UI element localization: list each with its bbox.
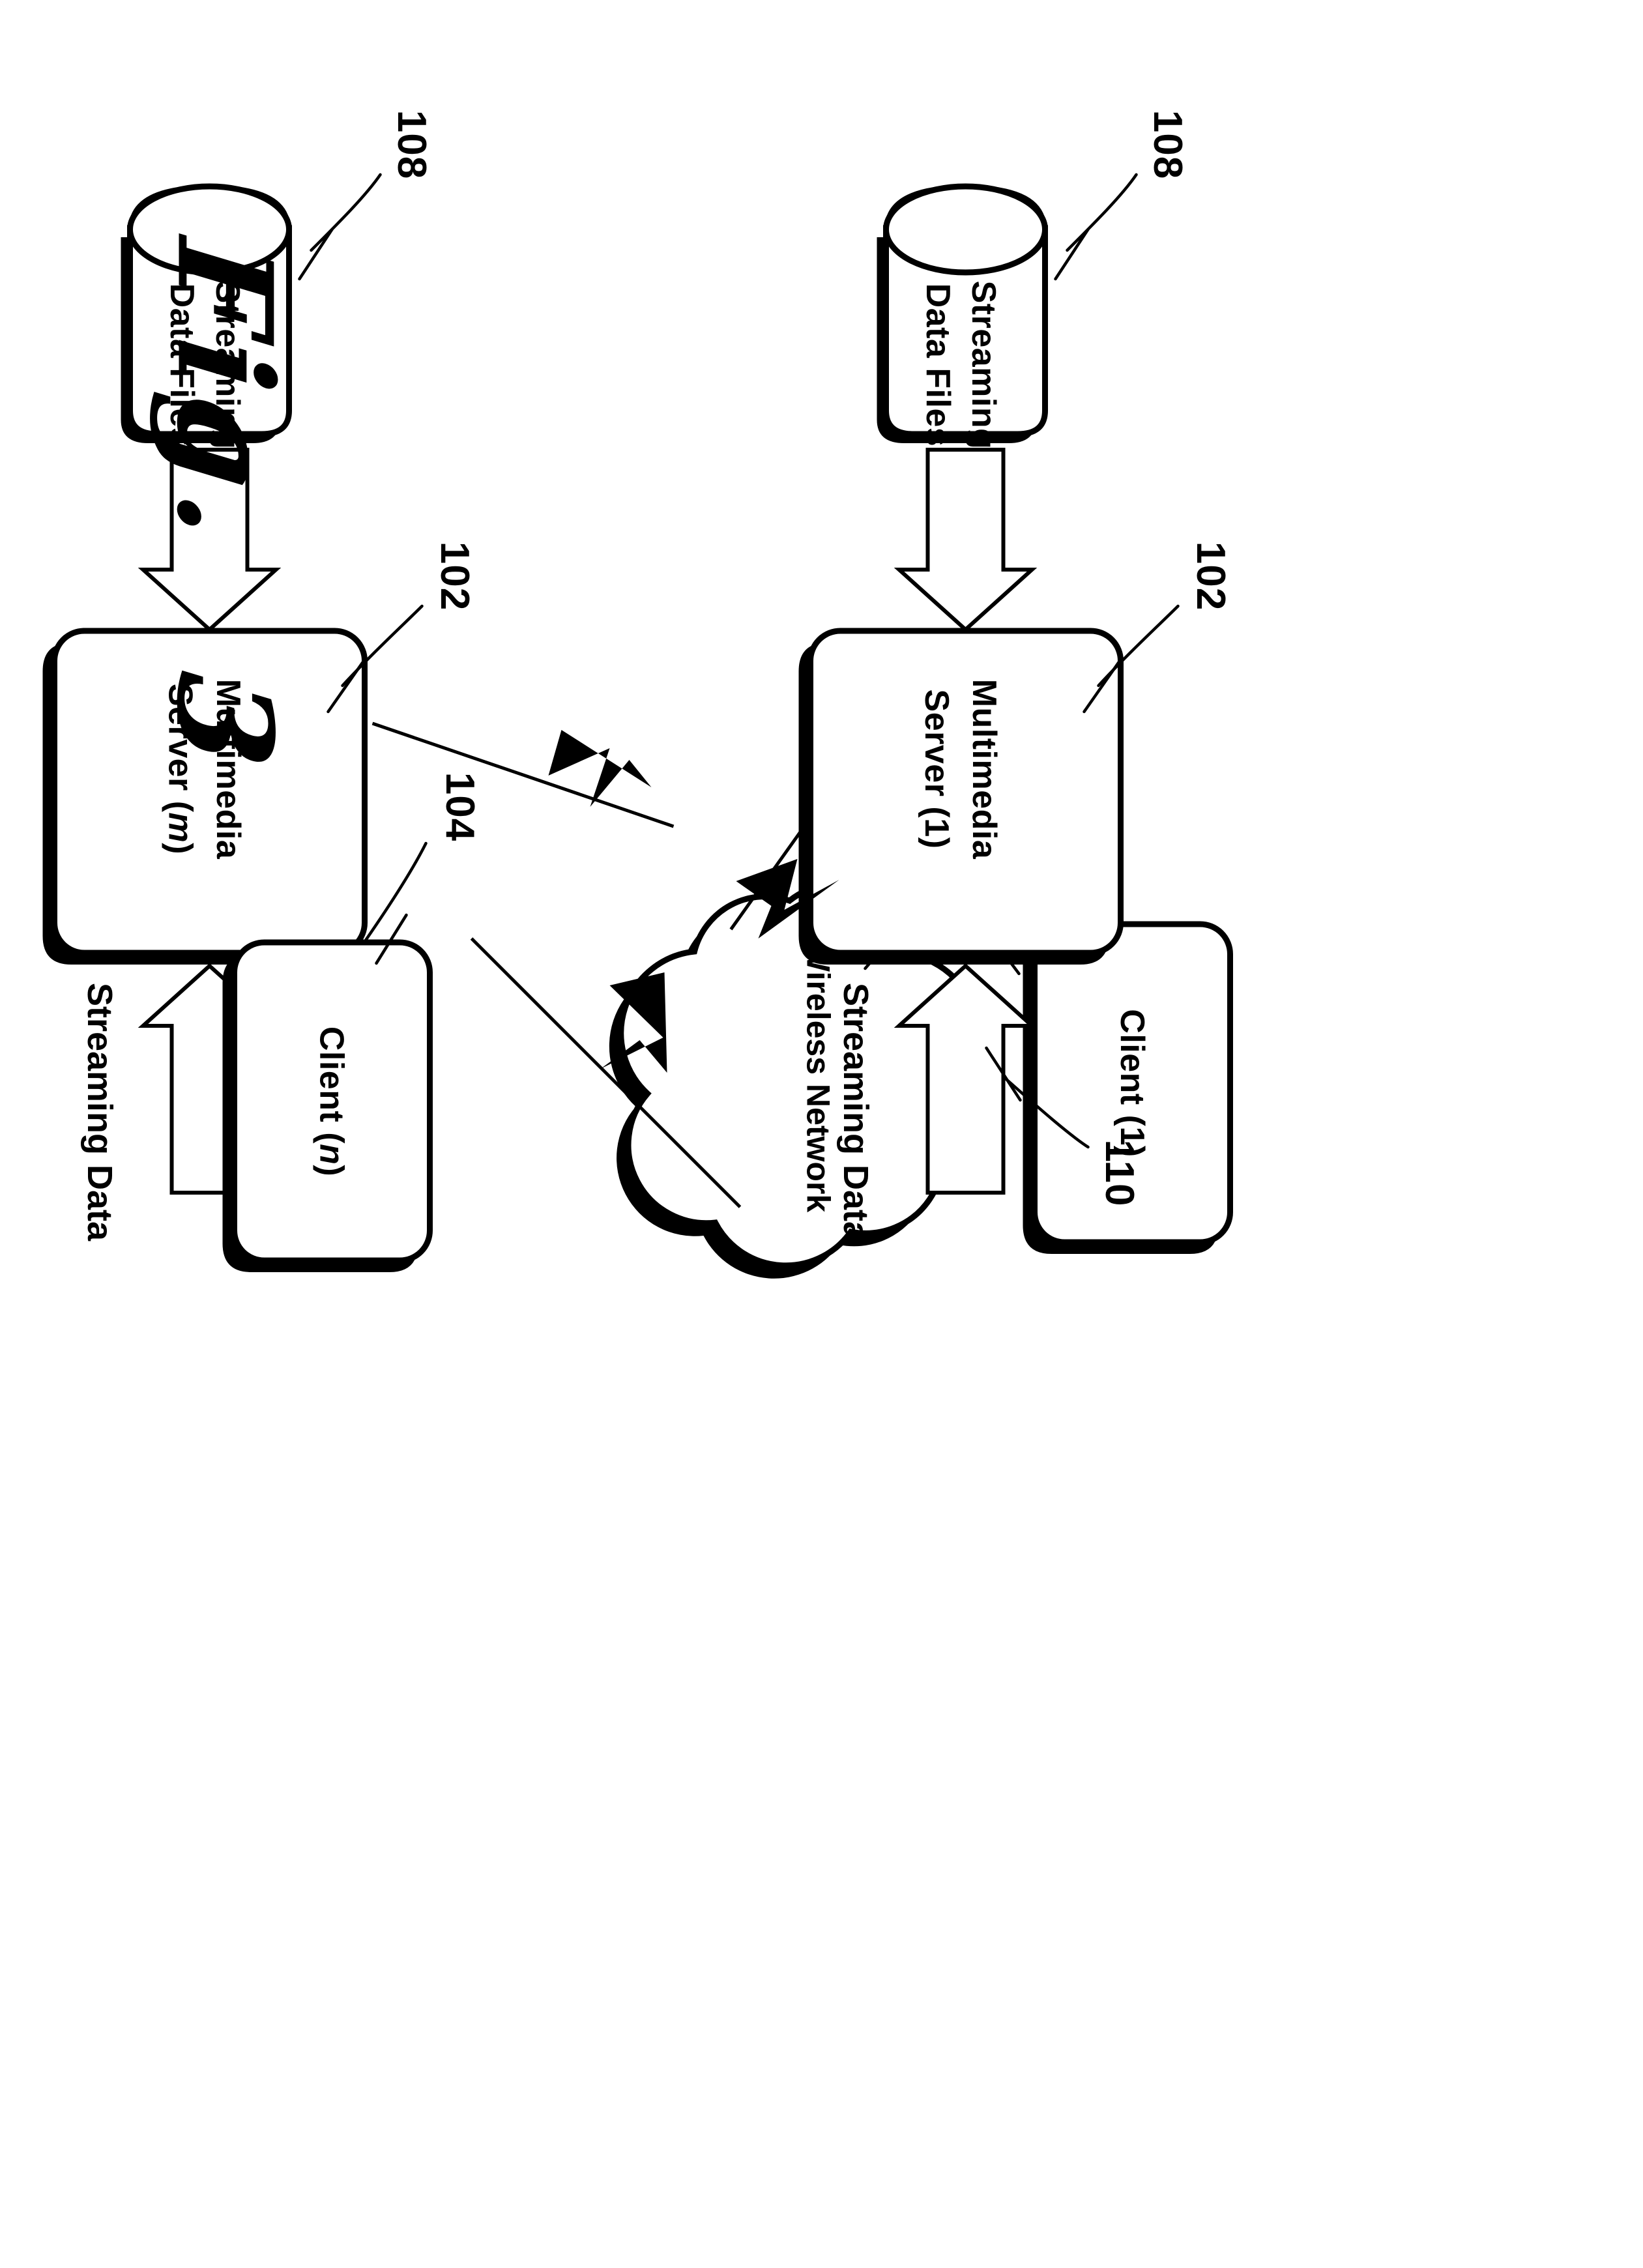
node-client-n: Client (n) xyxy=(222,939,433,1272)
leader-line-108-bottom xyxy=(1065,173,1138,252)
ref-104-clientn: 104 xyxy=(437,772,482,841)
figure-caption-number: 3 xyxy=(147,666,300,780)
leader-tick-108-bottom xyxy=(1053,227,1090,281)
datastore-bottom-label-line1: Streaming xyxy=(964,281,1002,450)
server-1-label-line2: Server (1) xyxy=(917,690,955,849)
leader-line-104-clientn xyxy=(364,841,428,942)
ref-108-bottom: 108 xyxy=(1145,110,1190,179)
wireless-link-server-m-to-network xyxy=(371,721,674,828)
leader-tick-108-top xyxy=(297,227,334,281)
client-n-label: Client (n) xyxy=(312,1026,350,1176)
datastore-streaming-data-files-bottom: Streaming Data Files xyxy=(877,186,1045,449)
leader-line-108-top xyxy=(309,173,382,252)
network-label: Wireless Network xyxy=(800,941,836,1213)
figure-sheet: Streaming Data Files 108 Multimedia Serv… xyxy=(0,0,1643,2268)
client-n-label-text: Client (n) xyxy=(312,1026,350,1176)
server-1-label-line1: Multimedia xyxy=(965,679,1002,860)
node-multimedia-server-1: Multimedia Server (1) xyxy=(798,628,1124,965)
ref-108-top: 108 xyxy=(389,110,434,179)
diagram-stage: Streaming Data Files 108 Multimedia Serv… xyxy=(0,0,1643,2268)
streaming-data-label-top: Streaming Data xyxy=(80,983,119,1242)
ref-102-bottom: 102 xyxy=(1188,542,1233,611)
figure-caption: Fig. 3 xyxy=(147,233,300,780)
client-1-label: Client (1) xyxy=(1112,1009,1150,1157)
datastore-bottom-label-line2: Data Files xyxy=(918,284,956,447)
ref-110-bottom: 110 xyxy=(1097,1139,1142,1206)
figure-caption-prefix: Fig. xyxy=(147,233,300,554)
ref-102-top: 102 xyxy=(432,542,477,611)
block-arrow-datastore-to-server-bottom xyxy=(894,448,1037,633)
streaming-data-label-bottom: Streaming Data xyxy=(836,983,875,1242)
